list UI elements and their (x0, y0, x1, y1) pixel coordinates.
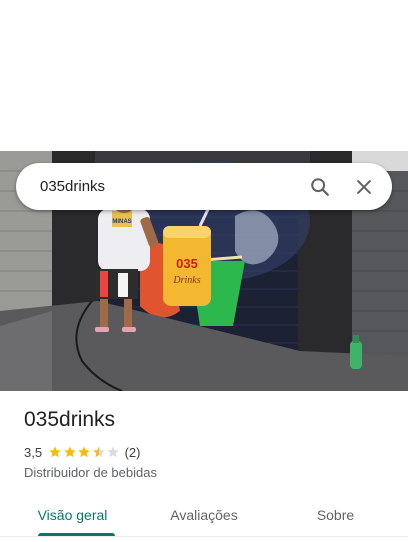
rating-value: 3,5 (24, 444, 43, 460)
close-button[interactable] (342, 165, 386, 209)
close-icon (357, 179, 371, 194)
shirt-graffiti-text: MINAS (112, 219, 131, 225)
search-input[interactable] (16, 163, 298, 210)
can-graffiti-subtext: Drinks (172, 275, 200, 286)
star-icon (92, 446, 105, 458)
tab-about-label: Sobre (316, 507, 355, 523)
tab-reviews[interactable]: Avaliações (145, 494, 263, 536)
star-icon (63, 446, 76, 458)
star-icon (49, 446, 61, 458)
can-graffiti-text: 035 (176, 256, 198, 271)
search-bar (16, 163, 392, 210)
star-icon (78, 446, 90, 458)
review-count[interactable]: (2) (125, 445, 141, 460)
search-icon (311, 177, 329, 196)
tab-overview-label: Visão geral (37, 507, 108, 523)
place-category: Distribuidor de bebidas (24, 465, 157, 480)
star-icon (107, 446, 119, 458)
place-title: 035drinks (24, 408, 116, 431)
rating-stars (48, 445, 121, 459)
rating-row[interactable]: 3,5 (2) (24, 444, 140, 460)
place-tabs: Visão geral Avaliações Sobre (0, 494, 408, 536)
place-panel: 035 Drinks MINAS 035drinks 035drinks 3,5… (0, 0, 408, 542)
tab-reviews-label: Avaliações (170, 507, 238, 523)
tabs-divider (0, 536, 408, 537)
tab-about[interactable]: Sobre (263, 494, 408, 536)
search-button[interactable] (298, 165, 342, 209)
tab-overview[interactable]: Visão geral (0, 494, 145, 536)
